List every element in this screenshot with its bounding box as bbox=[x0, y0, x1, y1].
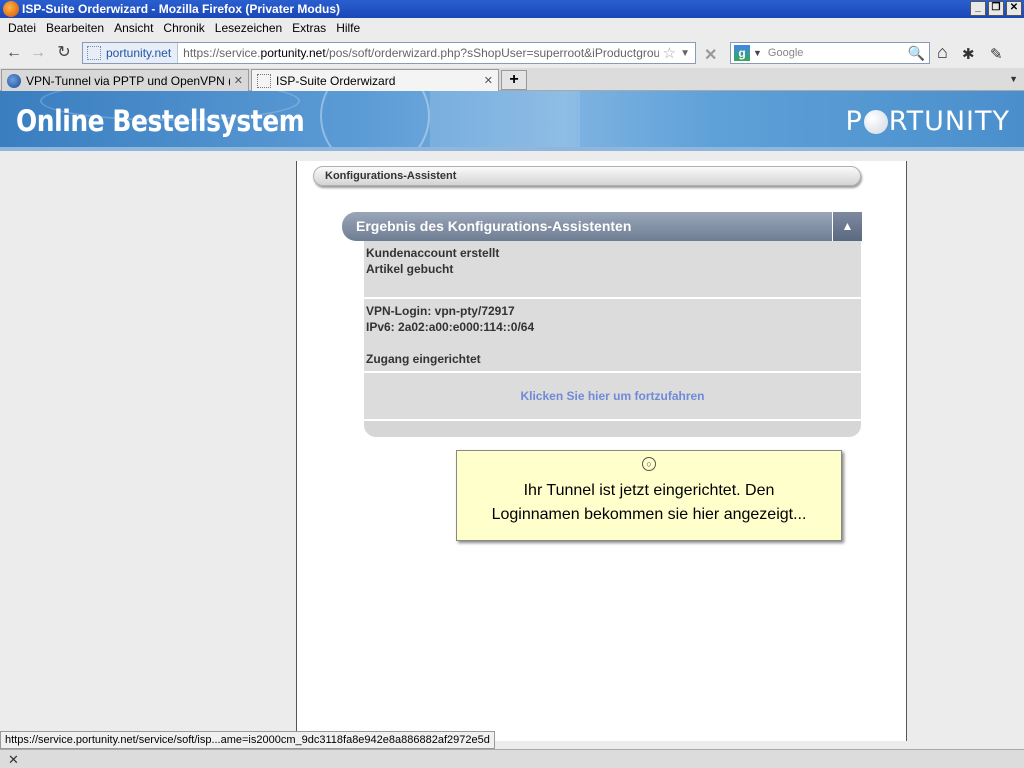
result-section-account: Kundenaccount erstellt Artikel gebucht bbox=[364, 241, 861, 297]
back-button[interactable]: ← bbox=[4, 43, 24, 63]
firefox-icon bbox=[3, 1, 19, 17]
url-domain: portunity.net bbox=[260, 46, 326, 60]
tooltip-text: Ihr Tunnel ist jetzt eingerichtet. Den L… bbox=[457, 479, 841, 527]
site-identity-label: portunity.net bbox=[106, 46, 172, 60]
maximize-button[interactable]: ❐ bbox=[988, 1, 1004, 16]
banner-title: Online Bestellsystem bbox=[16, 104, 305, 138]
tab-favicon-icon bbox=[257, 73, 271, 88]
tooltip-line-1: Ihr Tunnel ist jetzt eingerichtet. Den bbox=[523, 482, 775, 499]
vpn-login-text: VPN-Login: vpn-pty/72917 bbox=[366, 304, 515, 318]
status-bar: ✕ bbox=[0, 749, 1024, 768]
navigation-toolbar: ← → ↻ portunity.net https://service.port… bbox=[0, 38, 1024, 68]
reload-button[interactable]: ↻ bbox=[54, 43, 74, 63]
tools-icon[interactable]: ✎ bbox=[990, 45, 1003, 63]
menu-lesezeichen[interactable]: Lesezeichen bbox=[215, 21, 282, 35]
status-link-url: https://service.portunity.net/service/so… bbox=[0, 731, 495, 749]
title-bar: ISP-Suite Orderwizard - Mozilla Firefox … bbox=[0, 0, 1024, 18]
tab-label: ISP-Suite Orderwizard bbox=[276, 73, 396, 88]
menu-datei[interactable]: Datei bbox=[8, 21, 36, 35]
addon-icon[interactable]: ✱ bbox=[962, 45, 975, 63]
search-go-icon[interactable]: 🔍 bbox=[908, 45, 925, 62]
google-search-engine-icon[interactable]: g bbox=[734, 45, 750, 61]
close-findbar-icon[interactable]: ✕ bbox=[8, 752, 19, 768]
stop-button[interactable]: ✕ bbox=[704, 45, 717, 65]
continue-link[interactable]: Klicken Sie hier um fortzufahren bbox=[364, 373, 861, 419]
logo-text-right: RTUNITY bbox=[888, 106, 1010, 137]
url-suffix: /pos/soft/orderwizard.php?sShopUser=supe… bbox=[325, 46, 659, 60]
banner-decoration bbox=[320, 91, 430, 147]
page-favicon-icon bbox=[87, 46, 101, 60]
site-identity-button[interactable]: portunity.net bbox=[83, 43, 179, 63]
tab-label: VPN-Tunnel via PPTP und OpenVPN (Tarif..… bbox=[26, 73, 230, 88]
logo-ball-icon bbox=[863, 109, 888, 134]
tab-close-icon[interactable]: ✕ bbox=[484, 74, 493, 87]
tab-list-icon[interactable]: ▼ bbox=[1009, 74, 1018, 84]
ipv6-text: IPv6: 2a02:a00:e000:114::0/64 bbox=[366, 320, 535, 334]
tab-vpn-tunnel[interactable]: VPN-Tunnel via PPTP und OpenVPN (Tarif..… bbox=[1, 69, 249, 91]
article-booked-text: Artikel gebucht bbox=[366, 262, 454, 276]
url-bar[interactable]: portunity.net https://service.portunity.… bbox=[82, 42, 696, 64]
menu-ansicht[interactable]: Ansicht bbox=[114, 21, 153, 35]
configuration-assistant-header: Konfigurations-Assistent bbox=[313, 166, 861, 186]
result-header: Ergebnis des Konfigurations-Assistenten … bbox=[342, 212, 862, 241]
result-body: Kundenaccount erstellt Artikel gebucht V… bbox=[364, 241, 861, 437]
search-engine-dropdown-icon[interactable]: ▼ bbox=[753, 48, 762, 58]
speech-bubble-icon: ○ bbox=[642, 457, 656, 471]
url-input[interactable]: https://service.portunity.net/pos/soft/o… bbox=[178, 46, 658, 60]
minimize-button[interactable]: _ bbox=[970, 1, 986, 16]
menu-hilfe[interactable]: Hilfe bbox=[336, 21, 360, 35]
search-input[interactable]: Google bbox=[768, 47, 908, 59]
tab-favicon-icon bbox=[7, 73, 21, 88]
portunity-logo: P RTUNITY bbox=[846, 106, 1011, 137]
account-created-text: Kundenaccount erstellt bbox=[366, 246, 500, 260]
tab-close-icon[interactable]: ✕ bbox=[234, 74, 243, 87]
bookmark-star-icon[interactable]: ☆ bbox=[663, 44, 676, 62]
window-controls: _ ❐ ✕ bbox=[970, 1, 1022, 16]
info-tooltip: ○ Ihr Tunnel ist jetzt eingerichtet. Den… bbox=[456, 450, 842, 541]
home-icon[interactable]: ⌂ bbox=[937, 42, 948, 63]
menu-chronik[interactable]: Chronik bbox=[163, 21, 204, 35]
menu-extras[interactable]: Extras bbox=[292, 21, 326, 35]
forward-button[interactable]: → bbox=[28, 43, 48, 63]
tooltip-line-2: Loginnamen bekommen sie hier angezeigt..… bbox=[491, 506, 807, 523]
site-banner: Online Bestellsystem P RTUNITY bbox=[0, 91, 1024, 147]
url-history-dropdown-icon[interactable]: ▼ bbox=[680, 48, 690, 59]
tab-bar: VPN-Tunnel via PPTP und OpenVPN (Tarif..… bbox=[0, 68, 1024, 91]
access-configured-text: Zugang eingerichtet bbox=[366, 352, 481, 366]
collapse-button[interactable]: ▲ bbox=[832, 212, 862, 241]
menu-bearbeiten[interactable]: Bearbeiten bbox=[46, 21, 104, 35]
result-box-footer bbox=[364, 421, 861, 437]
tab-orderwizard[interactable]: ISP-Suite Orderwizard ✕ bbox=[251, 69, 499, 91]
close-window-button[interactable]: ✕ bbox=[1006, 1, 1022, 16]
window-title: ISP-Suite Orderwizard - Mozilla Firefox … bbox=[22, 2, 341, 16]
logo-text-left: P bbox=[845, 106, 863, 137]
url-prefix: https://service. bbox=[183, 46, 261, 60]
menu-bar: Datei Bearbeiten Ansicht Chronik Lesezei… bbox=[0, 18, 1024, 38]
banner-decoration bbox=[430, 91, 580, 147]
result-title: Ergebnis des Konfigurations-Assistenten bbox=[356, 218, 632, 234]
new-tab-button[interactable]: + bbox=[501, 70, 527, 90]
search-bar[interactable]: g ▼ Google 🔍 bbox=[730, 42, 930, 64]
result-section-vpn: VPN-Login: vpn-pty/72917 IPv6: 2a02:a00:… bbox=[364, 299, 861, 371]
page-content: Konfigurations-Assistent Ergebnis des Ko… bbox=[0, 151, 1024, 741]
result-box: Ergebnis des Konfigurations-Assistenten … bbox=[342, 212, 862, 439]
